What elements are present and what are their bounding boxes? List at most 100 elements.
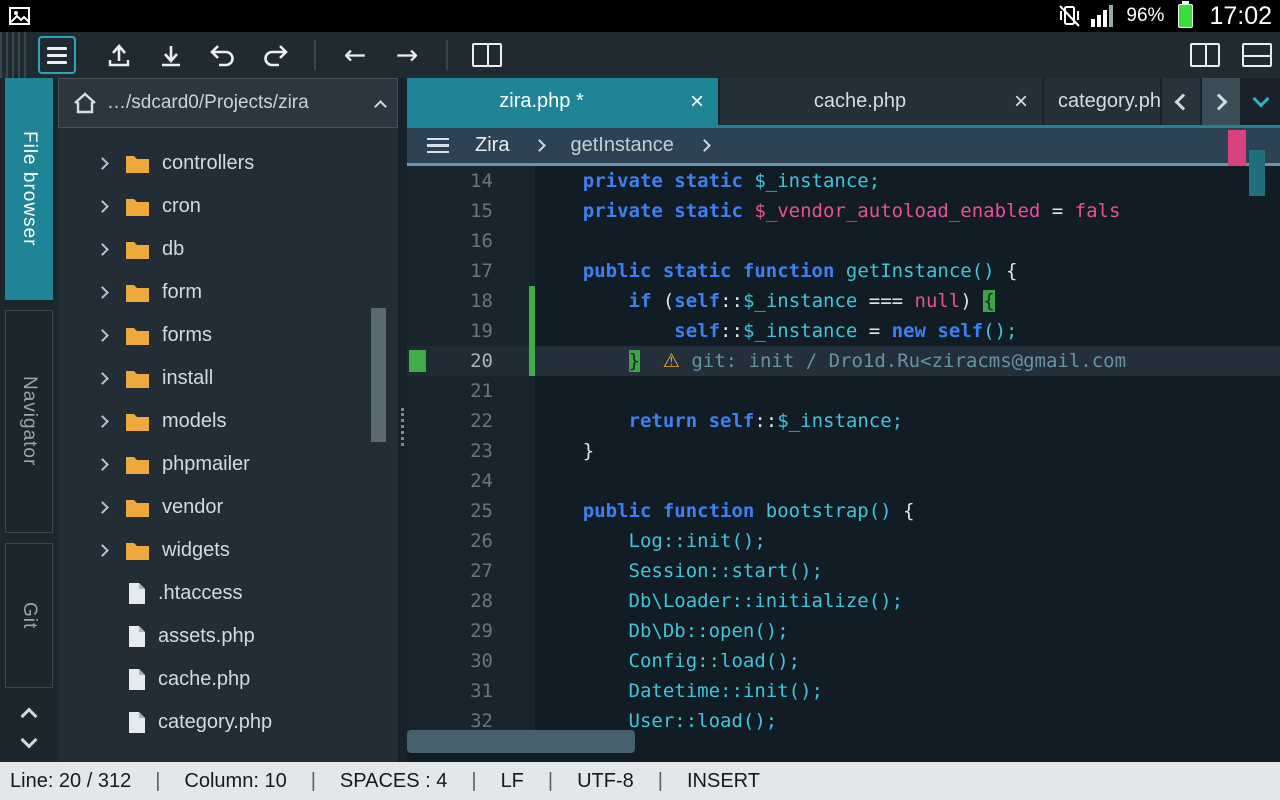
footer-item: LF <box>501 770 524 793</box>
code-line-24[interactable]: 24 <box>407 466 1280 496</box>
code-line-15[interactable]: 15 private static $_vendor_autoload_enab… <box>407 196 1280 226</box>
gutter-line-21: 21 <box>407 376 535 406</box>
tree-row-db[interactable]: db <box>58 228 398 271</box>
tree-row-assets.php[interactable]: assets.php <box>58 615 398 658</box>
line-number: 22 <box>470 410 493 432</box>
rail-tab-file-browser[interactable]: File browser <box>5 78 53 300</box>
tree-row-.htaccess[interactable]: .htaccess <box>58 572 398 615</box>
rail-tab-git[interactable]: Git <box>5 543 53 688</box>
tree-row-models[interactable]: models <box>58 400 398 443</box>
vertical-scrollbar-thumb[interactable] <box>1249 150 1265 196</box>
chevron-up-icon <box>21 708 38 725</box>
code-line-28[interactable]: 28 Db\Loader::initialize(); <box>407 586 1280 616</box>
close-icon[interactable]: × <box>1000 90 1042 114</box>
tree-row-vendor[interactable]: vendor <box>58 486 398 529</box>
tab-label: zira.php * <box>407 90 676 113</box>
split-view-button[interactable] <box>464 36 510 74</box>
code-line-18[interactable]: 18 if (self::$_instance === null) { <box>407 286 1280 316</box>
line-number: 26 <box>470 530 493 552</box>
menu-button[interactable] <box>38 36 76 74</box>
code-line-25[interactable]: 25 public function bootstrap() { <box>407 496 1280 526</box>
code-line-16[interactable]: 16 <box>407 226 1280 256</box>
toolbar-separator <box>446 40 448 70</box>
breadcrumb-class[interactable]: Zira <box>475 134 509 157</box>
code-line-20[interactable]: 20 } ⚠ git: init / Dro1d.Ru<ziracms@gmai… <box>407 346 1280 376</box>
gutter-line-28: 28 <box>407 586 535 616</box>
code-area[interactable]: 14 private static $_instance;15 private … <box>407 166 1280 762</box>
navigate-back-button[interactable]: ← <box>332 36 378 74</box>
vibrate-icon <box>1058 4 1080 28</box>
chevron-left-icon <box>1175 93 1192 110</box>
warning-icon: ⚠ <box>663 350 680 372</box>
gutter-line-20: 20 <box>407 346 535 376</box>
line-number: 21 <box>470 380 493 402</box>
undo-button[interactable] <box>200 36 246 74</box>
tree-row-controllers[interactable]: controllers <box>58 142 398 185</box>
code-line-29[interactable]: 29 Db\Db::open(); <box>407 616 1280 646</box>
collapse-chevron-icon[interactable] <box>374 100 387 113</box>
file-tree-scrollbar[interactable] <box>371 308 386 442</box>
path-header[interactable]: …/sdcard0/Projects/zira <box>58 78 398 128</box>
code-line-23[interactable]: 23 } <box>407 436 1280 466</box>
android-status-bar: 96% 17:02 <box>0 0 1280 32</box>
tree-item-label: assets.php <box>158 625 255 648</box>
rail-tab-navigator[interactable]: Navigator <box>5 310 53 533</box>
tree-row-cache.php[interactable]: cache.php <box>58 658 398 701</box>
panel-resize-handle[interactable] <box>398 78 407 762</box>
tab-category-php[interactable]: category.php <box>1044 78 1160 125</box>
expand-chevron-icon <box>96 501 109 514</box>
rail-scroll-up-button[interactable] <box>5 698 53 728</box>
folder-icon <box>125 282 150 303</box>
folder-icon <box>125 497 150 518</box>
code-text: return self::$_instance; <box>535 406 1280 436</box>
tab-zira-php[interactable]: zira.php * × <box>407 78 718 125</box>
code-line-22[interactable]: 22 return self::$_instance; <box>407 406 1280 436</box>
expand-chevron-icon <box>96 286 109 299</box>
code-line-19[interactable]: 19 self::$_instance = new self(); <box>407 316 1280 346</box>
close-icon[interactable]: × <box>676 90 718 114</box>
drawer-grip[interactable] <box>0 32 28 78</box>
gutter-line-24: 24 <box>407 466 535 496</box>
main-area: File browser Navigator Git …/sdcard0/Pro… <box>0 78 1280 762</box>
code-text: public function bootstrap() { <box>535 496 1280 526</box>
save-button[interactable] <box>148 36 194 74</box>
code-text <box>535 466 1280 496</box>
signal-bars-icon <box>1090 4 1116 28</box>
breadcrumb-method[interactable]: getInstance <box>570 134 673 157</box>
code-line-26[interactable]: 26 Log::init(); <box>407 526 1280 556</box>
tree-row-widgets[interactable]: widgets <box>58 529 398 572</box>
code-line-17[interactable]: 17 public static function getInstance() … <box>407 256 1280 286</box>
navigate-forward-button[interactable]: → <box>384 36 430 74</box>
tab-scroll-right-button[interactable] <box>1202 78 1240 125</box>
tab-cache-php[interactable]: cache.php × <box>720 78 1042 125</box>
change-marker <box>529 346 535 376</box>
gutter-line-22: 22 <box>407 406 535 436</box>
tab-scroll-left-button[interactable] <box>1162 78 1200 125</box>
editor-pane: zira.php * × cache.php × category.php Zi… <box>407 78 1280 762</box>
layout-columns-button[interactable] <box>1182 36 1228 74</box>
gutter-line-15: 15 <box>407 196 535 226</box>
rail-scroll-down-button[interactable] <box>5 728 53 758</box>
file-icon <box>127 582 146 605</box>
tab-overflow-button[interactable] <box>1242 78 1280 125</box>
tree-row-category.php[interactable]: category.php <box>58 701 398 744</box>
code-line-31[interactable]: 31 Datetime::init(); <box>407 676 1280 706</box>
symbols-menu-icon[interactable] <box>427 134 449 158</box>
layout-rows-button[interactable] <box>1234 36 1280 74</box>
code-line-21[interactable]: 21 <box>407 376 1280 406</box>
redo-button[interactable] <box>252 36 298 74</box>
battery-percent: 96% <box>1126 5 1164 27</box>
horizontal-scrollbar-thumb[interactable] <box>407 730 635 753</box>
code-line-14[interactable]: 14 private static $_instance; <box>407 166 1280 196</box>
tree-row-install[interactable]: install <box>58 357 398 400</box>
upload-button[interactable] <box>96 36 142 74</box>
chevron-right-icon <box>698 139 711 152</box>
tree-row-phpmailer[interactable]: phpmailer <box>58 443 398 486</box>
code-text: public static function getInstance() { <box>535 256 1280 286</box>
code-line-27[interactable]: 27 Session::start(); <box>407 556 1280 586</box>
code-line-30[interactable]: 30 Config::load(); <box>407 646 1280 676</box>
tree-row-cron[interactable]: cron <box>58 185 398 228</box>
status-footer: Line: 20 / 312|Column: 10|SPACES : 4|LF|… <box>0 762 1280 800</box>
tree-row-form[interactable]: form <box>58 271 398 314</box>
tree-row-forms[interactable]: forms <box>58 314 398 357</box>
